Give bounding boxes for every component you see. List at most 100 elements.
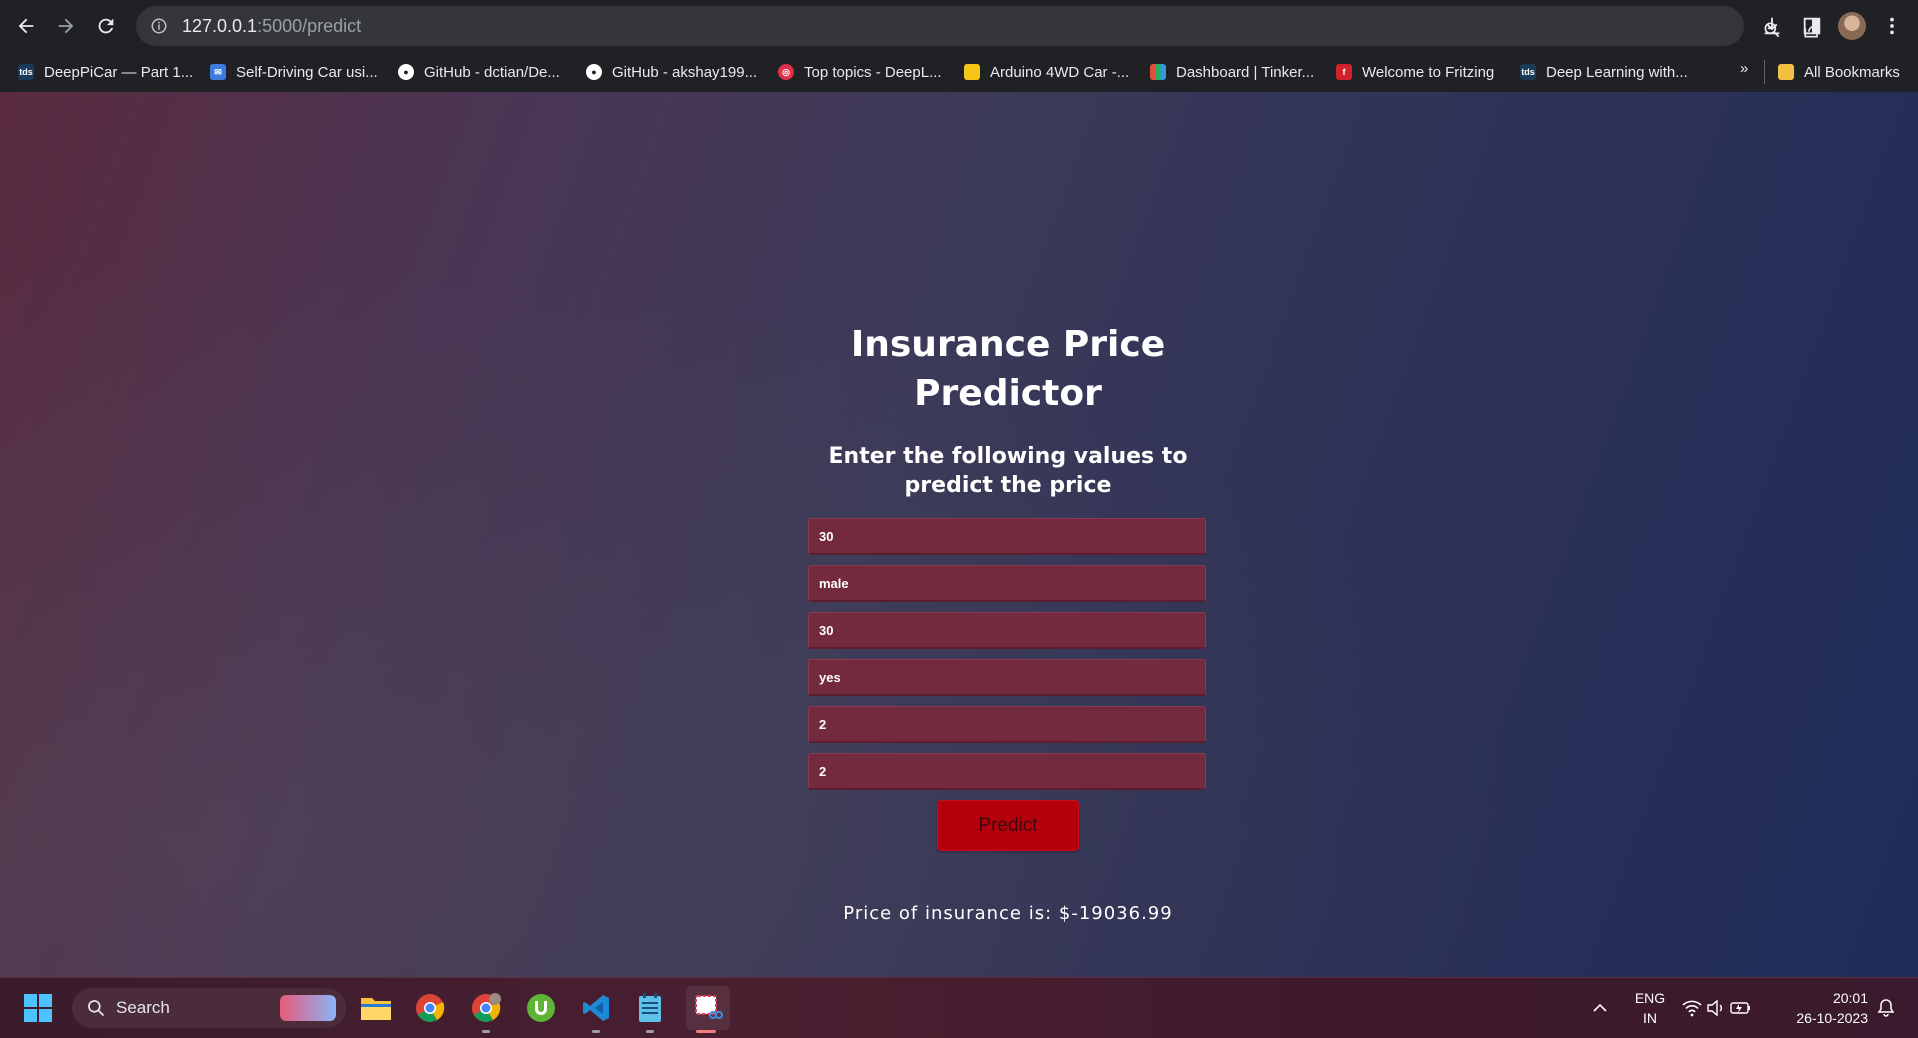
- children-input[interactable]: [808, 706, 1206, 743]
- bookmark-item[interactable]: Arduino 4WD Car -...: [964, 60, 1129, 84]
- search-label: Search: [116, 998, 170, 1017]
- mail-icon: ✉: [210, 64, 226, 80]
- taskbar-search[interactable]: Search: [72, 988, 346, 1028]
- tds-icon: tds: [18, 64, 34, 80]
- menu-button[interactable]: [1876, 10, 1908, 42]
- bookmark-item[interactable]: tds Deep Learning with...: [1520, 60, 1688, 84]
- vscode-button[interactable]: [578, 990, 614, 1026]
- clock[interactable]: 20:01 26-10-2023: [1770, 988, 1868, 1028]
- url-text: 127.0.0.1:5000/predict: [182, 16, 361, 37]
- browser-chrome: 127.0.0.1:5000/predict tds DeepPiCar — Pa…: [0, 0, 1918, 92]
- bookmark-label: Self-Driving Car usi...: [236, 63, 378, 81]
- running-indicator: [592, 1030, 600, 1033]
- page-content: Insurance Price Predictor Enter the foll…: [0, 92, 1918, 977]
- bookmarks-overflow-button[interactable]: »: [1740, 60, 1748, 77]
- search-highlight-icon: [280, 995, 336, 1021]
- all-bookmarks-label: All Bookmarks: [1804, 63, 1900, 81]
- bmi-input[interactable]: [808, 612, 1206, 649]
- snipping-tool-button[interactable]: [686, 986, 730, 1030]
- bookmark-item[interactable]: f Welcome to Fritzing: [1336, 60, 1494, 84]
- active-indicator: [696, 1030, 716, 1033]
- bookmark-label: DeepPiCar — Part 1...: [44, 63, 194, 81]
- prediction-form: Insurance Price Predictor Enter the foll…: [808, 320, 1208, 924]
- github-icon: ●: [586, 64, 602, 80]
- bookmark-label: Arduino 4WD Car -...: [990, 63, 1130, 81]
- url-host: 127.0.0.1: [182, 15, 258, 36]
- start-button[interactable]: [20, 990, 56, 1026]
- smoker-input[interactable]: [808, 659, 1206, 696]
- show-hidden-icons-button[interactable]: [1586, 990, 1614, 1026]
- chrome-button[interactable]: [412, 990, 448, 1026]
- bookmark-item[interactable]: ● GitHub - akshay199...: [586, 60, 757, 84]
- running-indicator: [646, 1030, 654, 1033]
- age-input[interactable]: [808, 518, 1206, 555]
- region-label: IN: [1643, 1010, 1657, 1026]
- folder-icon: [1778, 64, 1794, 80]
- notifications-button[interactable]: [1872, 990, 1900, 1026]
- github-icon: ●: [398, 64, 414, 80]
- bookmark-label: GitHub - akshay199...: [612, 63, 758, 81]
- bookmark-item[interactable]: Dashboard | Tinker...: [1150, 60, 1314, 84]
- bookmark-label: Deep Learning with...: [1546, 63, 1688, 81]
- bookmark-item[interactable]: ● GitHub - dctian/De...: [398, 60, 560, 84]
- page-title: Insurance Price Predictor: [850, 324, 1166, 414]
- tinkercad-icon: [1150, 64, 1166, 80]
- date-label: 26-10-2023: [1796, 1010, 1868, 1026]
- bookmark-label: Dashboard | Tinker...: [1176, 63, 1315, 81]
- arrow-right-icon: [58, 18, 74, 34]
- chrome-profile-button[interactable]: [468, 990, 504, 1026]
- arrow-left-icon: [18, 18, 34, 34]
- language-label: ENG: [1634, 990, 1666, 1006]
- browser-toolbar: 127.0.0.1:5000/predict: [0, 0, 1918, 52]
- all-bookmarks-button[interactable]: All Bookmarks: [1778, 60, 1900, 84]
- wifi-icon: [1682, 1000, 1702, 1017]
- bookmark-label: Top topics - DeepL...: [804, 63, 942, 81]
- bookmark-item[interactable]: tds DeepPiCar — Part 1...: [18, 60, 193, 84]
- windows-logo-icon: [24, 994, 52, 1022]
- bookmark-item[interactable]: ✉ Self-Driving Car usi...: [210, 60, 378, 84]
- bookmark-label: Welcome to Fritzing: [1362, 63, 1495, 81]
- instructables-icon: [964, 64, 980, 80]
- downloads-button[interactable]: [1756, 10, 1788, 42]
- vscode-icon: [583, 995, 609, 1021]
- utorrent-icon: [527, 994, 555, 1022]
- bookmark-item[interactable]: ◎ Top topics - DeepL...: [778, 60, 942, 84]
- bookmarks-bar: tds DeepPiCar — Part 1... ✉ Self-Driving C…: [0, 52, 1918, 92]
- notepad-button[interactable]: [632, 990, 668, 1026]
- address-bar[interactable]: 127.0.0.1:5000/predict: [136, 6, 1861, 46]
- notepad-icon: [639, 993, 661, 1022]
- region-input[interactable]: [808, 753, 1206, 790]
- volume-icon: [1707, 999, 1722, 1017]
- search-icon: [88, 1000, 105, 1017]
- profile-avatar[interactable]: [1838, 12, 1866, 40]
- quick-settings-button[interactable]: [1682, 990, 1752, 1026]
- forward-button[interactable]: [50, 10, 82, 42]
- sex-input[interactable]: [808, 565, 1206, 602]
- kebab-menu-icon: [1890, 17, 1894, 35]
- form-instructions: Enter the following values to predict th…: [828, 444, 1188, 498]
- file-explorer-button[interactable]: [358, 990, 394, 1026]
- battery-icon: [1730, 1002, 1750, 1014]
- language-indicator[interactable]: ENG IN: [1624, 988, 1676, 1028]
- chrome-icon: [416, 994, 445, 1022]
- url-path: :5000/predict: [257, 15, 362, 36]
- reload-button[interactable]: [90, 10, 122, 42]
- back-button[interactable]: [10, 10, 42, 42]
- bookmarks-separator: [1764, 60, 1765, 84]
- bell-icon: [1877, 999, 1895, 1017]
- tds-icon: tds: [1520, 64, 1536, 80]
- deeplearning-icon: ◎: [778, 64, 794, 80]
- side-panel-button[interactable]: [1796, 10, 1828, 42]
- running-indicator: [482, 1030, 490, 1033]
- time-label: 20:01: [1832, 990, 1868, 1006]
- folder-icon: [361, 998, 391, 1020]
- side-panel-icon: [1803, 17, 1821, 35]
- download-icon: [1764, 17, 1780, 35]
- snipping-tool-icon: [695, 995, 723, 1019]
- predict-button[interactable]: Predict: [937, 800, 1079, 851]
- chrome-icon: [472, 993, 501, 1022]
- fritzing-icon: f: [1336, 64, 1352, 80]
- prediction-result: Price of insurance is: $-19036.99: [843, 903, 1173, 924]
- info-icon: [151, 18, 167, 34]
- utorrent-button[interactable]: [523, 990, 559, 1026]
